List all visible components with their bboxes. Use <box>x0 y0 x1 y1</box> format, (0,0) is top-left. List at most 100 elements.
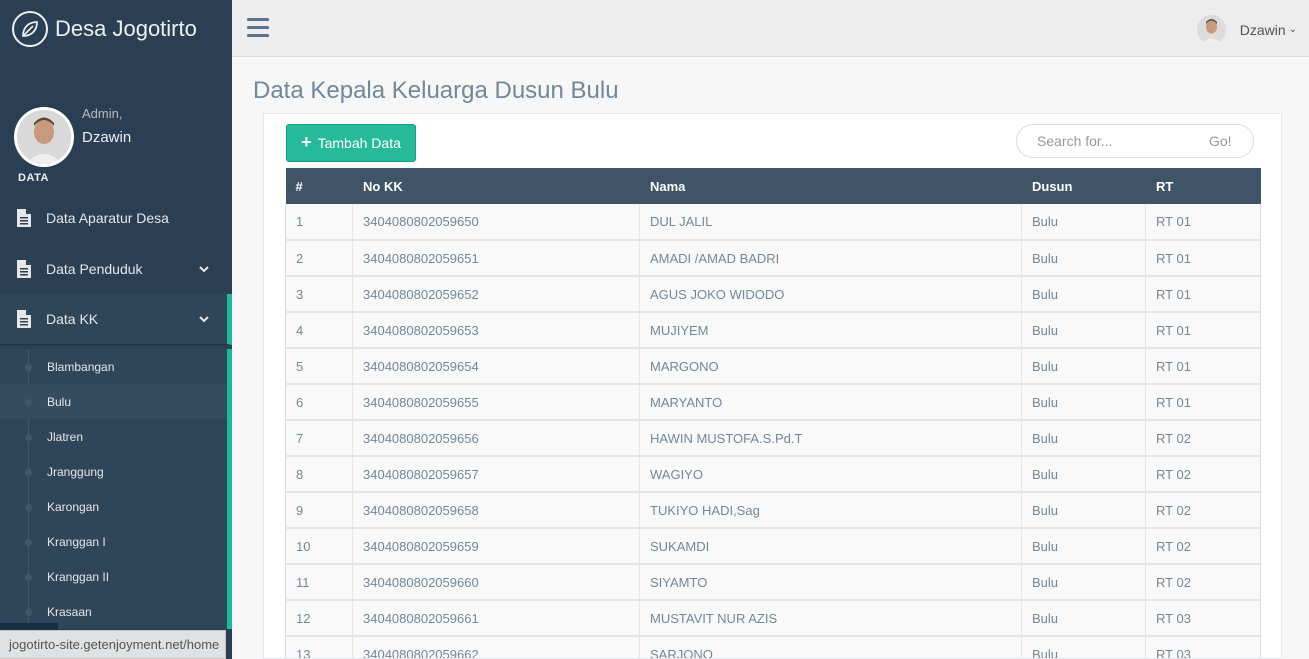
table-cell: 4 <box>285 312 353 348</box>
submenu-data-kk: Blambangan Bulu Jlatren Jranggung Karong… <box>0 349 232 629</box>
section-title: DATA <box>18 172 49 184</box>
table-cell: 10 <box>285 528 353 564</box>
table-cell: SARJONO <box>639 636 1022 658</box>
table-cell: Bulu <box>1021 204 1146 240</box>
column-header: RT <box>1145 168 1261 204</box>
table-cell: RT 03 <box>1145 636 1261 658</box>
submenu-item-jlatren[interactable]: Jlatren <box>0 419 227 454</box>
table-cell: 6 <box>285 384 353 420</box>
add-data-label: Tambah Data <box>317 135 401 151</box>
user-dropdown[interactable]: Dzawin ⌄ <box>1196 15 1297 44</box>
table-row: 8 3404080802059657 WAGIYO Bulu RT 02 <box>285 456 1261 492</box>
submenu-item-label: Kranggan I <box>47 534 106 549</box>
column-header: # <box>285 168 353 204</box>
page-title: Data Kepala Keluarga Dusun Bulu <box>253 77 619 104</box>
sidebar: Desa Jogotirto Admin, Dzawin DATA Data A… <box>0 0 232 659</box>
table-row: 10 3404080802059659 SUKAMDI Bulu RT 02 <box>285 528 1261 564</box>
add-data-button[interactable]: + Tambah Data <box>286 124 416 162</box>
table-cell: 3404080802059661 <box>352 600 640 636</box>
plus-icon: + <box>301 131 312 152</box>
leaf-icon <box>12 10 48 47</box>
table-cell: HAWIN MUSTOFA.S.Pd.T <box>639 420 1022 456</box>
user-name: Dzawin <box>1239 21 1286 38</box>
top-nav: Dzawin ⌄ <box>232 0 1309 57</box>
table-cell: Bulu <box>1021 492 1146 528</box>
table-cell: 3404080802059652 <box>352 276 640 312</box>
brand[interactable]: Desa Jogotirto <box>0 0 232 57</box>
submenu-item-label: Jranggung <box>47 464 104 479</box>
submenu-item-karongan[interactable]: Karongan <box>0 489 227 524</box>
sidebar-item-data-kk[interactable]: Data KK <box>0 294 232 345</box>
table-row: 4 3404080802059653 MUJIYEM Bulu RT 01 <box>285 312 1261 348</box>
column-header: No KK <box>352 168 640 204</box>
search-box: Go! <box>1016 124 1254 158</box>
chevron-down-icon <box>199 265 209 272</box>
submenu-item-blambangan[interactable]: Blambangan <box>0 349 227 384</box>
table-cell: 3404080802059659 <box>352 528 640 564</box>
table-cell: TUKIYO HADI,Sag <box>639 492 1022 528</box>
chevron-down-icon <box>199 316 209 323</box>
table-cell: 8 <box>285 456 353 492</box>
table-row: 1 3404080802059650 DUL JALIL Bulu RT 01 <box>285 204 1261 240</box>
table-cell: 2 <box>285 240 353 276</box>
sidebar-item-data-aparatur-desa[interactable]: Data Aparatur Desa <box>0 192 232 243</box>
table-cell: 7 <box>285 420 353 456</box>
avatar <box>1196 15 1226 44</box>
sidebar-item-data-penduduk[interactable]: Data Penduduk <box>0 243 232 294</box>
table-cell: Bulu <box>1021 240 1146 276</box>
avatar <box>14 107 74 167</box>
sidebar-item-label: Data Aparatur Desa <box>46 209 169 226</box>
submenu-item-bulu[interactable]: Bulu <box>0 384 227 419</box>
search-input[interactable] <box>1017 133 1197 149</box>
table-row: 13 3404080802059662 SARJONO Bulu RT 03 <box>285 636 1261 658</box>
submenu-item-label: Jlatren <box>47 429 84 444</box>
document-icon <box>17 259 31 278</box>
table-cell: MARGONO <box>639 348 1022 384</box>
table-row: 6 3404080802059655 MARYANTO Bulu RT 01 <box>285 384 1261 420</box>
chevron-down-icon: ⌄ <box>1288 24 1297 35</box>
table-cell: MUJIYEM <box>639 312 1022 348</box>
profile-welcome: Admin, <box>82 106 123 121</box>
table-cell: RT 02 <box>1145 528 1261 564</box>
document-icon <box>17 310 31 328</box>
menu-toggle-icon[interactable] <box>247 18 269 42</box>
sidebar-item-label: Data Penduduk <box>46 260 143 277</box>
profile-name: Dzawin <box>82 129 132 146</box>
table-cell: Bulu <box>1021 348 1146 384</box>
table-cell: 3404080802059657 <box>352 456 640 492</box>
table-cell: 3404080802059662 <box>352 636 640 658</box>
table-cell: WAGIYO <box>639 456 1022 492</box>
submenu-item-label: Kranggan II <box>47 569 110 584</box>
submenu-item-label: Blambangan <box>47 359 115 374</box>
table-cell: 3404080802059660 <box>352 564 640 600</box>
table-cell: 3404080802059654 <box>352 348 640 384</box>
table-row: 3 3404080802059652 AGUS JOKO WIDODO Bulu RT … <box>285 276 1261 312</box>
table-cell: Bulu <box>1021 456 1146 492</box>
table-row: 7 3404080802059656 HAWIN MUSTOFA.S.Pd.T Bul… <box>285 420 1261 456</box>
table-header-row: # No KK Nama Dusun RT <box>285 168 1261 204</box>
submenu-item-kranggan-ii[interactable]: Kranggan II <box>0 559 227 594</box>
table-cell: RT 02 <box>1145 492 1261 528</box>
content-panel: + Tambah Data Go! # No KK Nama Dusun RT … <box>263 113 1282 659</box>
column-header: Dusun <box>1021 168 1146 204</box>
submenu-item-label: Bulu <box>47 394 72 409</box>
table-cell: 9 <box>285 492 353 528</box>
table-cell: SUKAMDI <box>639 528 1022 564</box>
submenu-item-kranggan-i[interactable]: Kranggan I <box>0 524 227 559</box>
table-cell: Bulu <box>1021 384 1146 420</box>
table-cell: 3 <box>285 276 353 312</box>
search-go-button[interactable]: Go! <box>1209 133 1232 149</box>
table-cell: DUL JALIL <box>639 204 1022 240</box>
submenu-item-jranggung[interactable]: Jranggung <box>0 454 227 489</box>
table-cell: MARYANTO <box>639 384 1022 420</box>
table-cell: Bulu <box>1021 528 1146 564</box>
table-cell: 3404080802059650 <box>352 204 640 240</box>
document-icon <box>17 208 31 227</box>
submenu-item-label: Karongan <box>47 499 100 514</box>
table-cell: 12 <box>285 600 353 636</box>
table-cell: 3404080802059656 <box>352 420 640 456</box>
table-cell: RT 02 <box>1145 456 1261 492</box>
submenu-item-label: Krasaan <box>47 604 92 619</box>
sidebar-item-label: Data KK <box>46 311 99 327</box>
table-row: 12 3404080802059661 MUSTAVIT NUR AZIS Bulu R… <box>285 600 1261 636</box>
